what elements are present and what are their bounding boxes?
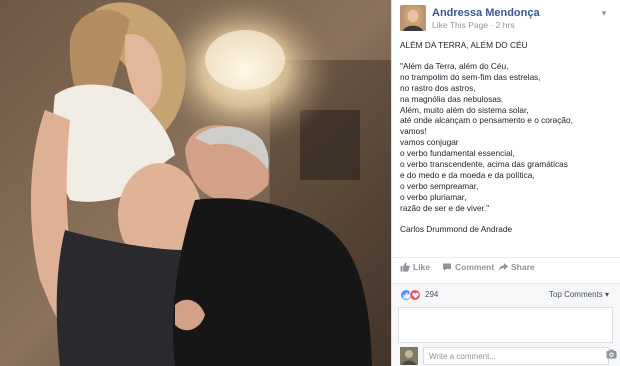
comment-input[interactable]: Write a comment... [423,347,609,365]
viewer-avatar [400,347,418,365]
like-label: Like [413,262,431,272]
share-icon [498,263,508,271]
poem-line: o verbo sempreamar, [400,180,479,191]
reactions-bar: 294 Top Comments ▾ [392,283,620,305]
poem-line: "Além da Terra, além do Céu, [400,60,509,71]
chevron-down-icon[interactable]: ▾ [598,7,610,19]
poem-line: razão de ser e de viver." [400,202,490,213]
meta-separator: · [490,20,494,30]
reaction-count[interactable]: 294 [425,290,438,299]
poem-line: e do medo e da moeda e da política, [400,169,535,180]
photo-illustration [0,0,391,366]
poem-line: na magnólia das nebulosas. [400,93,504,104]
poem-line: o verbo pluriamar, [400,191,467,202]
author-name[interactable]: Andressa Mendonça [432,7,540,19]
share-button[interactable]: Share [498,262,535,272]
poem-signature: Carlos Drummond de Andrade [400,223,513,234]
like-page-link[interactable]: Like This Page [432,20,488,30]
post-header: Andressa Mendonça Like This Page · 2 hrs… [400,5,610,31]
comment-button[interactable]: Comment [442,262,494,272]
share-label: Share [511,262,535,272]
comments-area [392,305,620,345]
poem-line: Além, muito além do sistema solar, [400,104,529,115]
post-time[interactable]: 2 hrs [496,20,515,30]
poem-line: vamos! [400,126,427,137]
poem-line: o verbo fundamental essencial, [400,148,515,159]
post-sidebar: Andressa Mendonça Like This Page · 2 hrs… [391,0,620,366]
comments-list [398,307,613,343]
thumbs-up-icon [400,262,410,272]
post-text: ALÉM DA TERRA, ALÉM DO CÉU "Além da Terr… [400,40,612,235]
poem-line: o verbo transcendente, acima das gramáti… [400,159,568,170]
comment-label: Comment [455,262,495,272]
reaction-icons[interactable] [400,289,421,301]
comment-icon [443,263,451,271]
post-photo[interactable] [0,0,391,366]
poem-line: no trampolim do sem-fim das estrelas, [400,71,541,82]
poem-line: no rastro dos astros, [400,82,476,93]
top-comments-dropdown[interactable]: Top Comments ▾ [549,290,609,299]
post-meta: Like This Page · 2 hrs [432,20,515,30]
poem-line: vamos conjugar [400,137,459,148]
comment-composer: Write a comment... [392,345,620,366]
love-reaction-icon [409,289,421,301]
author-avatar[interactable] [400,5,426,31]
like-button[interactable]: Like [400,262,430,272]
post-title: ALÉM DA TERRA, ALÉM DO CÉU [400,40,528,50]
divider [392,257,620,258]
camera-icon[interactable] [606,349,617,359]
poem-line: até onde alcançam o pensamento e o coraç… [400,115,573,126]
post-actions: Like Comment Share [400,262,612,276]
